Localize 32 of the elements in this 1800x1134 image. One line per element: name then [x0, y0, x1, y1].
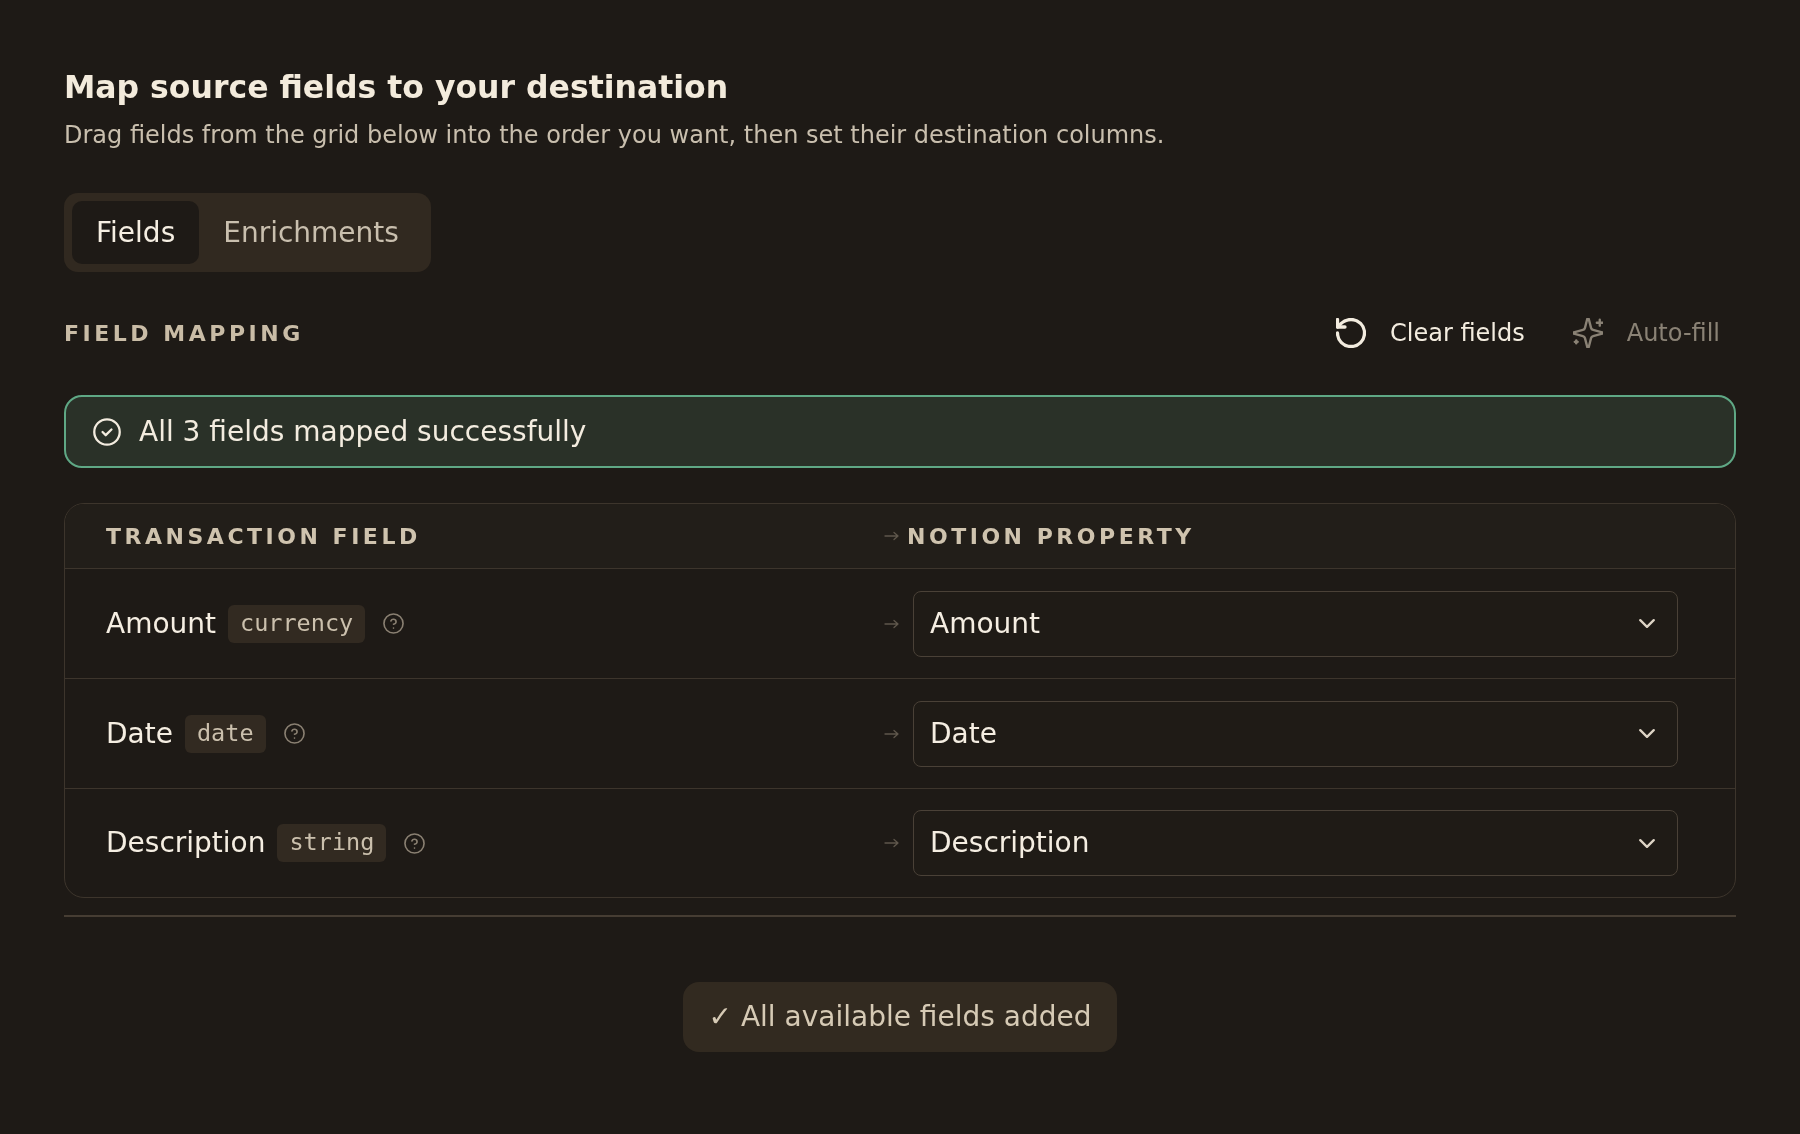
arrow-icon: [884, 838, 899, 848]
all-fields-added-button[interactable]: ✓ All available fields added: [682, 981, 1118, 1052]
property-select[interactable]: Date: [913, 700, 1678, 767]
column-header: TRANSACTION FIELD: [106, 522, 421, 551]
page-title: Map source fields to your destination: [64, 68, 729, 106]
sparkle-icon: [1572, 318, 1603, 348]
reset-icon: [1336, 318, 1367, 348]
field-name: Description: [106, 825, 266, 861]
field-name: Date: [106, 715, 173, 752]
chevron-down-icon: [1639, 729, 1655, 738]
action-button[interactable]: Clear fields: [1320, 311, 1541, 355]
property-select[interactable]: Description: [913, 810, 1678, 876]
type-tag: currency: [228, 604, 366, 643]
page-subtitle: Drag fields from the grid below into the order you want, then set their destination columns.: [64, 120, 1165, 151]
arrow-icon: [884, 531, 899, 541]
type-tag: date: [184, 714, 266, 753]
arrow-icon: [884, 618, 899, 629]
column-header: NOTION PROPERTY: [907, 522, 1195, 551]
help-icon: [383, 613, 405, 634]
chevron-down-icon: [1639, 838, 1655, 848]
property-select[interactable]: Amount: [913, 590, 1678, 657]
banner-message: All 3 fields mapped successfully: [139, 413, 587, 450]
tab[interactable]: Fields: [72, 201, 200, 264]
section-heading: FIELD MAPPING: [64, 319, 304, 348]
help-icon: [283, 723, 305, 744]
chevron-down-icon: [1639, 619, 1655, 628]
help-icon: [404, 832, 426, 854]
field-name: Amount: [106, 605, 217, 642]
arrow-icon: [884, 728, 899, 739]
tab[interactable]: Enrichments: [199, 201, 423, 264]
check-circle-icon: [93, 417, 121, 446]
type-tag: string: [277, 824, 387, 862]
